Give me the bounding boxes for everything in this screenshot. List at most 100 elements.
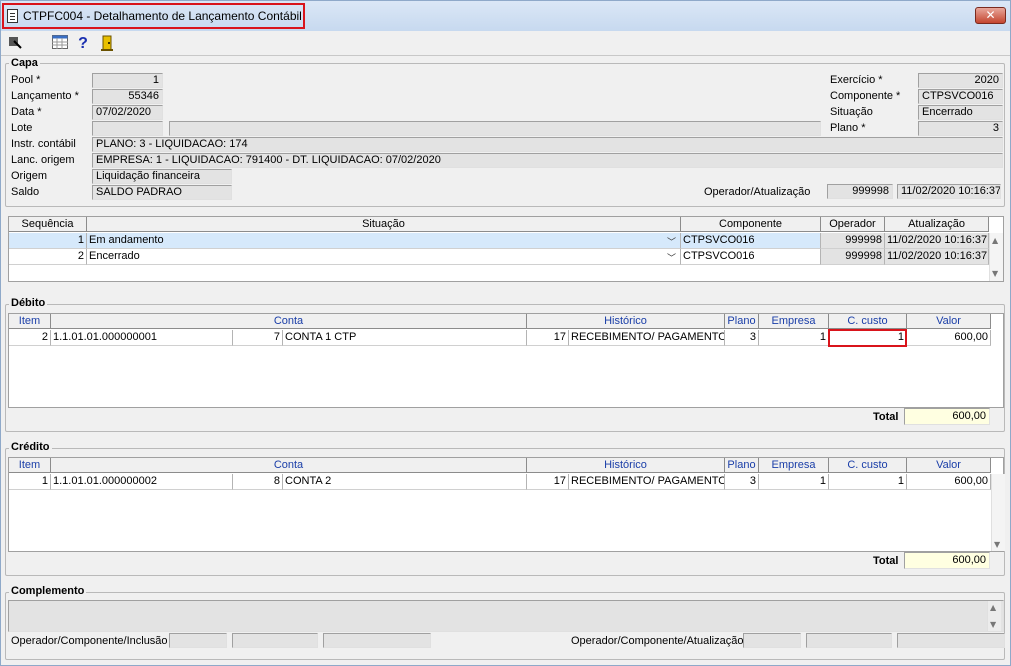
lancamento-label: Lançamento * xyxy=(11,90,79,102)
debito-title: Débito xyxy=(9,297,48,309)
header-historico[interactable]: Histórico xyxy=(527,458,725,473)
origem-label: Origem xyxy=(11,170,48,182)
header-empresa[interactable]: Empresa xyxy=(759,314,829,329)
data-label: Data * xyxy=(11,106,42,118)
componente-label: Componente * xyxy=(830,90,901,102)
grid-button[interactable] xyxy=(51,35,69,53)
scroll-up-icon[interactable]: ▲ xyxy=(992,236,998,245)
cell-hist-nome: RECEBIMENTO/ PAGAMENTO xyxy=(569,330,725,346)
complemento-title: Complemento xyxy=(9,585,87,597)
chevron-down-icon[interactable]: ﹀ xyxy=(667,251,676,264)
header-situacao[interactable]: Situação xyxy=(87,217,681,232)
saldo-field[interactable]: SALDO PADRAO xyxy=(92,185,232,200)
cell-valor: 600,00 xyxy=(907,474,991,490)
situacao-scrollbar[interactable]: ▲ ▼ xyxy=(989,233,1003,281)
header-historico[interactable]: Histórico xyxy=(527,314,725,329)
lanc-origem-field[interactable]: EMPRESA: 1 - LIQUIDACAO: 791400 - DT. LI… xyxy=(92,153,1003,168)
header-operador[interactable]: Operador xyxy=(821,217,885,232)
header-item[interactable]: Item xyxy=(9,458,51,473)
credito-scrollbar[interactable]: ▼ xyxy=(991,474,1005,551)
header-conta[interactable]: Conta xyxy=(51,458,527,473)
header-item[interactable]: Item xyxy=(9,314,51,329)
origem-field[interactable]: Liquidação financeira xyxy=(92,169,232,184)
lancamento-field[interactable]: 55346 xyxy=(92,89,163,104)
cell-atualizacao: 11/02/2020 10:16:37 xyxy=(885,249,989,265)
componente-field[interactable]: CTPSVCO016 xyxy=(918,89,1003,104)
header-ccusto[interactable]: C. custo xyxy=(829,458,907,473)
table-row[interactable]: 1 Em andamento ﹀ CTPSVCO016 999998 11/02… xyxy=(9,233,989,249)
header-empresa[interactable]: Empresa xyxy=(759,458,829,473)
lote-label: Lote xyxy=(11,122,33,134)
pool-label: Pool * xyxy=(11,74,41,86)
componente-atualizacao-footer-field[interactable] xyxy=(806,633,892,648)
header-componente[interactable]: Componente xyxy=(681,217,821,232)
close-button[interactable]: ✕ xyxy=(975,7,1006,24)
lote-field[interactable] xyxy=(92,121,163,136)
door-button[interactable] xyxy=(98,35,116,53)
componente-inclusao-field[interactable] xyxy=(232,633,318,648)
header-plano[interactable]: Plano xyxy=(725,314,759,329)
grid-icon xyxy=(52,35,68,49)
operador-inclusao-field[interactable] xyxy=(169,633,227,648)
operador-atualizacao-footer-field[interactable] xyxy=(743,633,801,648)
scroll-down-icon[interactable]: ▼ xyxy=(990,620,996,629)
header-ccusto[interactable]: C. custo xyxy=(829,314,907,329)
cell-item: 1 xyxy=(9,474,51,490)
window-title: CTPFC004 - Detalhamento de Lançamento Co… xyxy=(23,9,302,23)
cell-conta-num: 8 xyxy=(233,474,283,490)
header-plano[interactable]: Plano xyxy=(725,458,759,473)
cell-ccusto[interactable]: 1 xyxy=(829,474,907,490)
toolbar-separator xyxy=(1,55,1010,56)
table-row[interactable]: 2 1.1.01.01.000000001 7 CONTA 1 CTP 17 R… xyxy=(9,329,991,347)
complemento-textarea[interactable] xyxy=(8,600,1004,632)
cell-situacao[interactable]: Em andamento xyxy=(87,233,681,249)
exercicio-field[interactable]: 2020 xyxy=(918,73,1003,88)
debito-grid: Item Conta Histórico Plano Empresa C. cu… xyxy=(8,313,1004,408)
lote-description-field[interactable] xyxy=(169,121,821,136)
cell-conta-num: 7 xyxy=(233,330,283,346)
scroll-down-icon[interactable]: ▼ xyxy=(994,540,1000,549)
cell-situacao[interactable]: Encerrado xyxy=(87,249,681,265)
table-row[interactable]: 2 Encerrado ﹀ CTPSVCO016 999998 11/02/20… xyxy=(9,249,989,265)
atualizacao-field[interactable]: 11/02/2020 10:16:37 xyxy=(897,184,1001,199)
header-conta[interactable]: Conta xyxy=(51,314,527,329)
header-sequencia[interactable]: Sequência xyxy=(9,217,87,232)
cell-conta-nome: CONTA 2 xyxy=(283,474,527,490)
plano-field[interactable]: 3 xyxy=(918,121,1003,136)
close-icon: ✕ xyxy=(985,8,996,22)
complemento-scrollbar[interactable]: ▲ ▼ xyxy=(987,601,1001,631)
scroll-down-icon[interactable]: ▼ xyxy=(992,269,998,278)
exit-button[interactable] xyxy=(6,35,24,53)
debito-total-label: Total xyxy=(873,411,899,423)
operador-inclusao-label: Operador/Componente/Inclusão xyxy=(11,635,168,647)
help-button[interactable]: ? xyxy=(74,35,92,53)
lanc-origem-label: Lanc. origem xyxy=(11,154,75,166)
saldo-label: Saldo xyxy=(11,186,40,198)
help-icon: ? xyxy=(78,35,88,52)
table-row[interactable]: 1 1.1.01.01.000000002 8 CONTA 2 17 RECEB… xyxy=(9,474,991,490)
scroll-up-icon[interactable]: ▲ xyxy=(990,603,996,612)
capa-title: Capa xyxy=(9,57,40,69)
cell-item: 2 xyxy=(9,330,51,346)
exit-icon xyxy=(9,37,22,49)
door-icon xyxy=(101,35,113,51)
header-atualizacao[interactable]: Atualização xyxy=(885,217,989,232)
data-atualizacao-footer-field[interactable] xyxy=(897,633,1005,648)
cell-sequencia: 1 xyxy=(9,233,87,249)
header-valor[interactable]: Valor xyxy=(907,314,991,329)
cell-hist-num: 17 xyxy=(527,474,569,490)
credito-title: Crédito xyxy=(9,441,52,453)
data-field[interactable]: 07/02/2020 xyxy=(92,105,163,120)
pool-field[interactable]: 1 xyxy=(92,73,163,88)
debito-total-field: 600,00 xyxy=(904,408,990,425)
exercicio-label: Exercício * xyxy=(830,74,883,86)
chevron-down-icon[interactable]: ﹀ xyxy=(667,235,676,248)
situacao-field[interactable]: Encerrado xyxy=(918,105,1003,120)
cell-componente: CTPSVCO016 xyxy=(681,249,821,265)
instr-field[interactable]: PLANO: 3 - LIQUIDACAO: 174 xyxy=(92,137,1003,152)
data-inclusao-field[interactable] xyxy=(323,633,431,648)
title-bar: CTPFC004 - Detalhamento de Lançamento Co… xyxy=(1,1,1010,31)
header-valor[interactable]: Valor xyxy=(907,458,991,473)
plano-label: Plano * xyxy=(830,122,866,134)
operador-field[interactable]: 999998 xyxy=(827,184,893,199)
